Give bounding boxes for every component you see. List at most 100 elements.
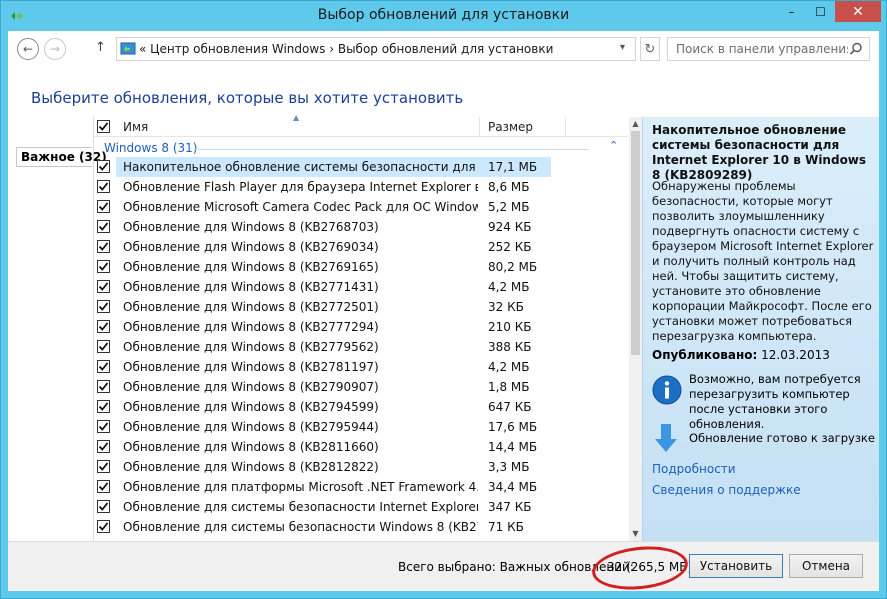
update-name: Обновление Microsoft Camera Codec Pack д… xyxy=(123,200,478,214)
column-size[interactable]: Размер xyxy=(488,120,533,134)
maximize-button[interactable]: ☐ xyxy=(807,1,834,22)
address-path[interactable]: « Центр обновления Windows › Выбор обнов… xyxy=(139,42,553,56)
support-info-link[interactable]: Сведения о поддержке xyxy=(652,483,801,497)
scroll-thumb[interactable] xyxy=(631,131,640,355)
update-name: Обновление для системы безопасности Wind… xyxy=(123,520,478,534)
update-row[interactable]: Обновление для Windows 8 (KB2768703) 924 … xyxy=(94,217,628,237)
update-name: Обновление для Windows 8 (KB2779562) xyxy=(123,340,379,354)
update-checkbox[interactable] xyxy=(97,400,110,413)
column-divider[interactable] xyxy=(565,117,566,137)
update-row[interactable]: Обновление для Windows 8 (KB2779562) 388 … xyxy=(94,337,628,357)
update-row[interactable]: Обновление для платформы Microsoft .NET … xyxy=(94,477,628,497)
update-name: Обновление для Windows 8 (KB2777294) xyxy=(123,320,379,334)
update-row[interactable]: Обновление для системы безопасности Inte… xyxy=(94,497,628,517)
update-row[interactable]: Обновление для системы безопасности Wind… xyxy=(94,517,628,537)
arrow-right-icon: → xyxy=(49,42,61,56)
update-name: Обновление Flash Player для браузера Int… xyxy=(123,180,478,194)
published-label: Опубликовано: xyxy=(652,348,758,362)
title-bar[interactable]: Выбор обновлений для установки – ☐ ✕ xyxy=(1,1,886,31)
update-checkbox[interactable] xyxy=(97,320,110,333)
restart-note: Возможно, вам потребуется перезагрузить … xyxy=(689,372,861,431)
refresh-button[interactable]: ↻ xyxy=(640,37,660,61)
update-size: 210 КБ xyxy=(488,320,532,334)
back-button[interactable]: ← xyxy=(17,38,39,60)
update-row[interactable]: Обновление для Windows 8 (KB2769165) 80,2… xyxy=(94,257,628,277)
check-icon xyxy=(98,202,109,211)
check-icon xyxy=(98,182,109,191)
update-checkbox[interactable] xyxy=(97,440,110,453)
update-checkbox[interactable] xyxy=(97,240,110,253)
update-size: 34,4 МБ xyxy=(488,480,538,494)
update-row[interactable]: Обновление для Windows 8 (KB2772501) 32 К… xyxy=(94,297,628,317)
update-row[interactable]: Накопительное обновление системы безопас… xyxy=(94,157,628,177)
check-icon xyxy=(98,302,109,311)
forward-button[interactable]: → xyxy=(44,38,66,60)
update-checkbox[interactable] xyxy=(97,360,110,373)
address-bar[interactable]: « Центр обновления Windows › Выбор обнов… xyxy=(116,37,636,61)
update-row[interactable]: Обновление Microsoft Camera Codec Pack д… xyxy=(94,197,628,217)
check-icon xyxy=(98,122,109,131)
scroll-up-arrow-icon[interactable]: ▲ xyxy=(629,117,642,131)
page-heading: Выберите обновления, которые вы хотите у… xyxy=(31,89,464,107)
update-checkbox[interactable] xyxy=(97,520,110,533)
update-row[interactable]: Обновление для Windows 8 (KB2771431) 4,2 … xyxy=(94,277,628,297)
update-checkbox[interactable] xyxy=(97,280,110,293)
search-icon[interactable] xyxy=(849,42,863,56)
update-row[interactable]: Обновление для Windows 8 (KB2811660) 14,4… xyxy=(94,437,628,457)
update-checkbox[interactable] xyxy=(97,420,110,433)
update-checkbox[interactable] xyxy=(97,480,110,493)
window-title: Выбор обновлений для установки xyxy=(317,7,570,23)
up-button[interactable]: ↑ xyxy=(95,40,106,55)
update-row[interactable]: Обновление для Windows 8 (KB2812822) 3,3 … xyxy=(94,457,628,477)
column-name[interactable]: Имя xyxy=(123,120,148,134)
update-name: Обновление для Windows 8 (KB2811660) xyxy=(123,440,379,454)
close-button[interactable]: ✕ xyxy=(835,1,881,22)
scroll-down-arrow-icon[interactable]: ▼ xyxy=(629,527,642,541)
update-size: 3,3 МБ xyxy=(488,460,530,474)
update-checkbox[interactable] xyxy=(97,460,110,473)
update-rows: Накопительное обновление системы безопас… xyxy=(94,157,628,537)
update-checkbox[interactable] xyxy=(97,160,110,173)
update-row[interactable]: Обновление для Windows 8 (KB2781197) 4,2 … xyxy=(94,357,628,377)
update-row[interactable]: Обновление Flash Player для браузера Int… xyxy=(94,177,628,197)
annotation-circle xyxy=(590,542,690,594)
select-all-checkbox[interactable] xyxy=(97,120,110,133)
collapse-icon[interactable]: ⌃ xyxy=(609,139,618,152)
update-row[interactable]: Обновление для Windows 8 (KB2790907) 1,8 … xyxy=(94,377,628,397)
category-important[interactable]: Важное (32) xyxy=(16,147,107,167)
update-name: Накопительное обновление системы безопас… xyxy=(123,160,478,174)
check-icon xyxy=(98,322,109,331)
vertical-scrollbar[interactable]: ▲ ▼ xyxy=(629,117,642,541)
update-checkbox[interactable] xyxy=(97,200,110,213)
search-input[interactable] xyxy=(668,38,848,60)
update-row[interactable]: Обновление для Windows 8 (KB2769034) 252 … xyxy=(94,237,628,257)
update-checkbox[interactable] xyxy=(97,380,110,393)
update-name: Обновление для Windows 8 (KB2781197) xyxy=(123,360,379,374)
install-button[interactable]: Установить xyxy=(689,554,783,578)
search-box[interactable] xyxy=(667,37,870,61)
check-icon xyxy=(98,522,109,531)
update-row[interactable]: Обновление для Windows 8 (KB2777294) 210 … xyxy=(94,317,628,337)
refresh-icon: ↻ xyxy=(644,41,656,57)
download-status: Обновление готово к загрузке xyxy=(689,431,875,445)
update-checkbox[interactable] xyxy=(97,300,110,313)
update-checkbox[interactable] xyxy=(97,180,110,193)
update-checkbox[interactable] xyxy=(97,260,110,273)
update-checkbox[interactable] xyxy=(97,340,110,353)
update-name: Обновление для Windows 8 (KB2769034) xyxy=(123,240,379,254)
update-size: 1,8 МБ xyxy=(488,380,530,394)
update-checkbox[interactable] xyxy=(97,500,110,513)
update-row[interactable]: Обновление для Windows 8 (KB2794599) 647 … xyxy=(94,397,628,417)
minimize-button[interactable]: – xyxy=(777,1,806,22)
details-link[interactable]: Подробности xyxy=(652,462,736,476)
navigation-bar: ← → ↑ « Центр обновления Windows › Выбор… xyxy=(8,31,879,67)
check-icon xyxy=(98,342,109,351)
window: Выбор обновлений для установки – ☐ ✕ ← →… xyxy=(0,0,887,599)
update-checkbox[interactable] xyxy=(97,220,110,233)
column-divider[interactable] xyxy=(479,117,480,137)
update-row[interactable]: Обновление для Windows 8 (KB2795944) 17,6… xyxy=(94,417,628,437)
chevron-down-icon[interactable]: ▾ xyxy=(620,42,625,53)
cancel-button[interactable]: Отмена xyxy=(789,554,863,578)
group-header[interactable]: Windows 8 (31) ⌃ xyxy=(94,139,628,157)
check-icon xyxy=(98,222,109,231)
